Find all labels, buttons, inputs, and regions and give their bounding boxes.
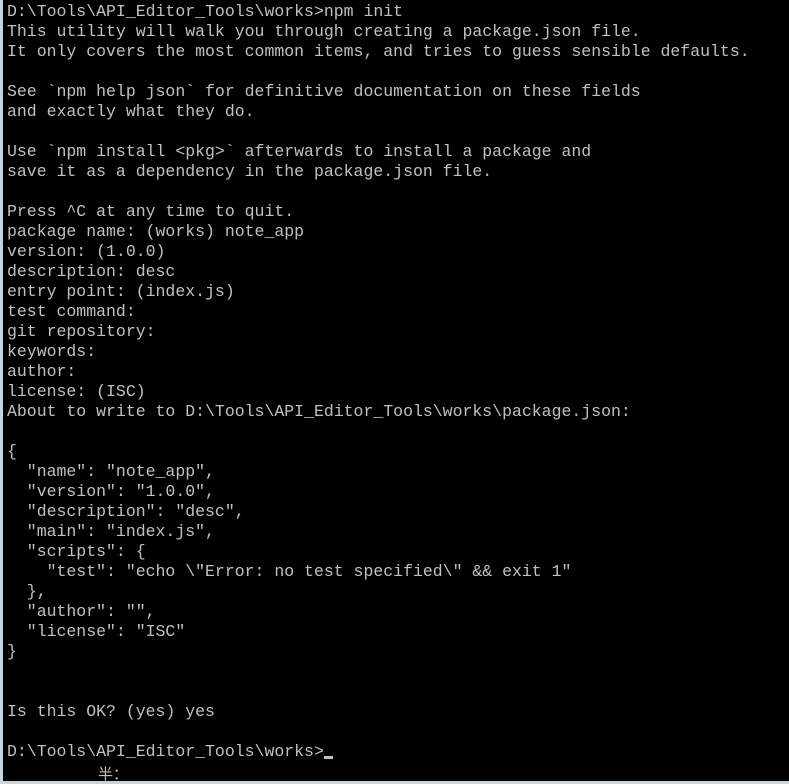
- terminal-line: "name": "note_app",: [7, 462, 215, 481]
- terminal-line: entry point: (index.js): [7, 282, 235, 301]
- terminal-line: description: desc: [7, 262, 176, 281]
- terminal-line: "author": "",: [7, 602, 156, 621]
- terminal-line: "test": "echo \"Error: no test specified…: [7, 562, 572, 581]
- terminal-line: and exactly what they do.: [7, 102, 255, 121]
- terminal-output: D:\Tools\API_Editor_Tools\works>npm init…: [7, 2, 750, 762]
- terminal-line: It only covers the most common items, an…: [7, 42, 750, 61]
- terminal-line: D:\Tools\API_Editor_Tools\works>npm init: [7, 2, 404, 21]
- terminal-window[interactable]: D:\Tools\API_Editor_Tools\works>npm init…: [0, 0, 789, 784]
- terminal-line: version: (1.0.0): [7, 242, 166, 261]
- terminal-line: save it as a dependency in the package.j…: [7, 162, 493, 181]
- prompt-text: D:\Tools\API_Editor_Tools\works>: [7, 742, 324, 761]
- terminal-line: git repository:: [7, 322, 156, 341]
- terminal-line: "main": "index.js",: [7, 522, 215, 541]
- terminal-line: Press ^C at any time to quit.: [7, 202, 295, 221]
- terminal-line: }: [7, 642, 17, 661]
- terminal-line: Use `npm install <pkg>` afterwards to in…: [7, 142, 592, 161]
- terminal-line: package name: (works) note_app: [7, 222, 305, 241]
- terminal-line: license: (ISC): [7, 382, 146, 401]
- terminal-line: Is this OK? (yes) yes: [7, 702, 215, 721]
- terminal-line: About to write to D:\Tools\API_Editor_To…: [7, 402, 631, 421]
- terminal-line: },: [7, 582, 47, 601]
- terminal-line: "version": "1.0.0",: [7, 482, 215, 501]
- terminal-line: keywords:: [7, 342, 97, 361]
- text-cursor: [323, 756, 333, 759]
- terminal-line: test command:: [7, 302, 136, 321]
- terminal-line: {: [7, 442, 17, 461]
- terminal-line: "scripts": {: [7, 542, 146, 561]
- terminal-line: "description": "desc",: [7, 502, 245, 521]
- terminal-line: See `npm help json` for definitive docum…: [7, 82, 641, 101]
- terminal-line: author:: [7, 362, 77, 381]
- terminal-line: "license": "ISC": [7, 622, 186, 641]
- terminal-line: This utility will walk you through creat…: [7, 22, 641, 41]
- command-prompt[interactable]: D:\Tools\API_Editor_Tools\works>: [7, 742, 750, 762]
